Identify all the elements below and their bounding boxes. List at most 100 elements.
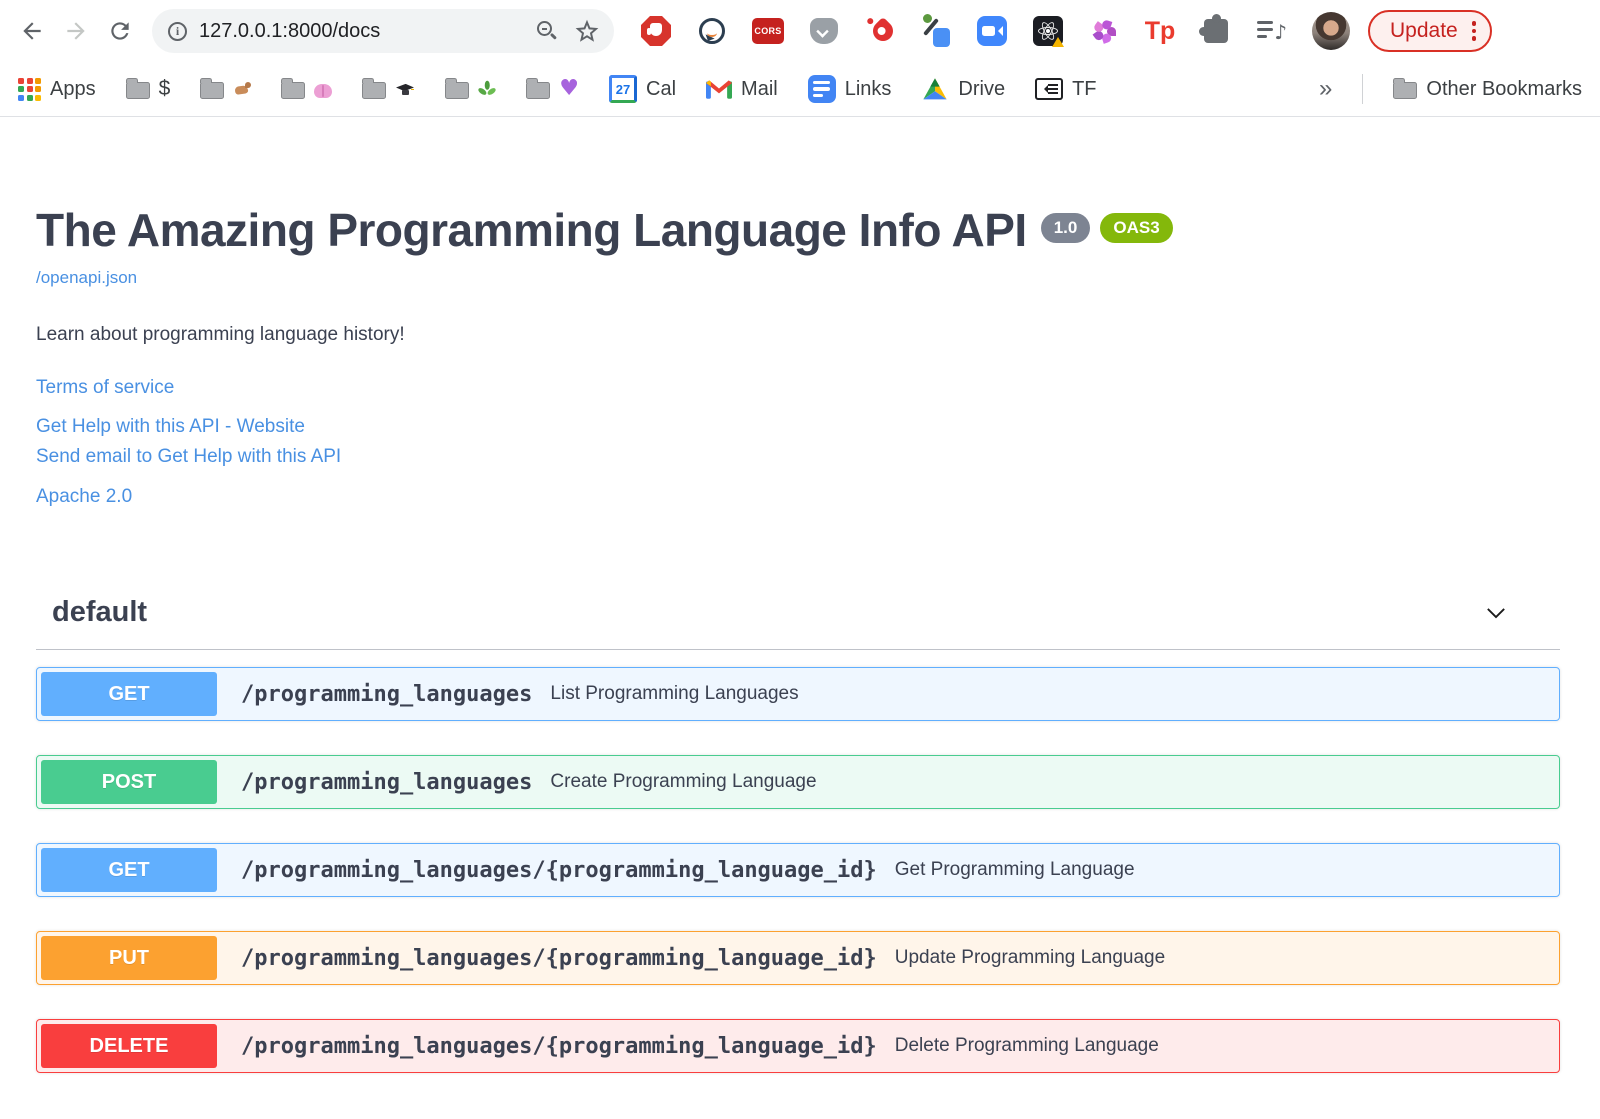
- bookmark-calendar[interactable]: 27 Cal: [609, 75, 676, 103]
- terms-of-service-link[interactable]: Terms of service: [36, 377, 1560, 399]
- bookmark-links[interactable]: Links: [807, 75, 892, 103]
- api-info-links: Terms of service Get Help with this API …: [36, 377, 1560, 508]
- endpoint-summary: List Programming Languages: [550, 683, 799, 705]
- default-tag-section: default GET /programming_languages List …: [36, 596, 1560, 1074]
- bookmark-apps[interactable]: Apps: [18, 77, 96, 101]
- red-diamond-extension-icon[interactable]: [864, 15, 898, 47]
- carousel-horse-icon: [233, 81, 252, 97]
- graduation-cap-icon: [395, 81, 415, 97]
- purple-flower-icon[interactable]: [1088, 15, 1120, 47]
- endpoint-row[interactable]: DELETE /programming_languages/{programmi…: [36, 1019, 1560, 1074]
- extensions-row: CORS Tp: [640, 14, 1288, 47]
- bookmark-folder-herb[interactable]: [445, 78, 497, 99]
- version-badges: 1.0 OAS3: [1040, 213, 1173, 243]
- adblock-stop-hand-icon[interactable]: [640, 15, 672, 47]
- collapse-chevron-icon[interactable]: [1482, 599, 1510, 627]
- endpoint-summary: Update Programming Language: [894, 947, 1166, 969]
- bookmarks-divider: [1362, 74, 1364, 104]
- folder-icon: [445, 78, 470, 99]
- tag-name: default: [52, 596, 148, 629]
- license-link[interactable]: Apache 2.0: [36, 486, 1560, 508]
- bookmark-folder-graduation[interactable]: [362, 78, 415, 99]
- swagger-page: The Amazing Programming Language Info AP…: [0, 117, 1600, 1074]
- tag-section-header[interactable]: default: [36, 596, 1560, 651]
- http-method-button[interactable]: PUT: [41, 936, 217, 981]
- cors-extension-icon[interactable]: CORS: [752, 15, 784, 47]
- links-list-icon: [807, 75, 836, 103]
- endpoint-path: /programming_languages/{programming_lang…: [241, 945, 877, 971]
- color-eyedropper-icon[interactable]: [920, 14, 952, 47]
- bookmark-label: Drive: [958, 77, 1006, 100]
- endpoint-row[interactable]: PUT /programming_languages/{programming_…: [36, 931, 1560, 986]
- dollar-sign-icon: $: [158, 77, 171, 100]
- gmail-icon: [706, 80, 733, 99]
- bookmark-folder-dollar[interactable]: $: [125, 77, 171, 101]
- endpoint-row[interactable]: GET /programming_languages List Programm…: [36, 667, 1560, 722]
- endpoint-summary: Delete Programming Language: [894, 1035, 1159, 1057]
- page-info-icon[interactable]: i: [168, 21, 187, 41]
- help-email-link[interactable]: Send email to Get Help with this API: [36, 446, 1560, 468]
- update-button[interactable]: Update: [1368, 10, 1493, 52]
- bookmark-mail[interactable]: Mail: [706, 78, 778, 101]
- http-method-button[interactable]: GET: [41, 848, 217, 893]
- endpoint-summary: Create Programming Language: [550, 771, 817, 793]
- version-badge: 1.0: [1040, 213, 1091, 243]
- endpoint-path: /programming_languages: [241, 769, 533, 795]
- oas3-badge: OAS3: [1100, 213, 1173, 243]
- brain-icon: [314, 83, 333, 98]
- endpoint-path: /programming_languages: [241, 681, 533, 707]
- back-arrow-icon: [23, 22, 41, 40]
- bookmark-folder-heart[interactable]: ♥: [526, 76, 580, 101]
- http-method-button[interactable]: DELETE: [41, 1024, 217, 1069]
- openapi-spec-link[interactable]: /openapi.json: [36, 268, 137, 288]
- endpoint-path: /programming_languages/{programming_lang…: [241, 1033, 877, 1059]
- folder-icon: [526, 78, 551, 99]
- herb-icon: [477, 80, 497, 97]
- other-bookmarks[interactable]: Other Bookmarks: [1393, 78, 1582, 101]
- bookmark-drive[interactable]: Drive: [921, 77, 1005, 102]
- puzzle-extensions-icon[interactable]: [1199, 14, 1232, 47]
- forward-arrow-icon: [67, 22, 85, 40]
- help-website-link[interactable]: Get Help with this API - Website: [36, 416, 1560, 438]
- zoom-level-icon[interactable]: [536, 20, 558, 42]
- folder-icon: [362, 78, 387, 99]
- endpoint-summary: Get Programming Language: [894, 859, 1135, 881]
- api-description: Learn about programming language history…: [36, 324, 405, 346]
- bookmark-star-icon[interactable]: [574, 18, 600, 44]
- reload-button[interactable]: [98, 9, 142, 53]
- privacy-shield-icon[interactable]: [808, 15, 840, 47]
- endpoint-list: GET /programming_languages List Programm…: [36, 650, 1560, 1074]
- url-text[interactable]: 127.0.0.1:8000/docs: [199, 20, 536, 43]
- music-queue-icon[interactable]: [1256, 15, 1288, 47]
- http-method-button[interactable]: GET: [41, 672, 217, 717]
- update-label: Update: [1390, 19, 1458, 42]
- react-devtools-icon[interactable]: [1032, 15, 1064, 47]
- browser-menu-kebab-icon[interactable]: [1471, 21, 1477, 41]
- endpoint-path: /programming_languages/{programming_lang…: [241, 857, 877, 883]
- chat-bubble-icon[interactable]: [696, 15, 728, 47]
- tf-card-icon: [1035, 78, 1064, 100]
- browser-toolbar: i 127.0.0.1:8000/docs CORS Tp Update: [0, 0, 1600, 62]
- bookmark-tf[interactable]: TF: [1035, 77, 1097, 101]
- bookmark-label: Links: [844, 77, 892, 100]
- apps-grid-icon: [18, 77, 41, 101]
- endpoint-row[interactable]: POST /programming_languages Create Progr…: [36, 755, 1560, 810]
- zoom-video-camera-icon[interactable]: [976, 15, 1008, 47]
- endpoint-row[interactable]: GET /programming_languages/{programming_…: [36, 843, 1560, 898]
- bookmarks-overflow-chevron[interactable]: »: [1319, 75, 1332, 103]
- bookmark-label: Apps: [50, 77, 96, 100]
- http-method-button[interactable]: POST: [41, 760, 217, 805]
- bookmark-folder-horse[interactable]: [200, 78, 252, 99]
- bookmark-label: TF: [1072, 77, 1097, 100]
- page-title: The Amazing Programming Language Info AP…: [36, 204, 1027, 256]
- forward-button[interactable]: [54, 9, 98, 53]
- tp-extension-icon[interactable]: Tp: [1144, 15, 1176, 47]
- bookmark-label: Cal: [646, 77, 677, 100]
- browser-chrome: i 127.0.0.1:8000/docs CORS Tp Update: [0, 0, 1600, 117]
- purple-heart-icon: ♥: [559, 76, 580, 101]
- address-bar[interactable]: i 127.0.0.1:8000/docs: [152, 9, 614, 53]
- back-button[interactable]: [10, 9, 54, 53]
- profile-avatar[interactable]: [1312, 12, 1350, 50]
- bookmark-folder-brain[interactable]: [281, 78, 333, 99]
- api-title-block: The Amazing Programming Language Info AP…: [36, 203, 1560, 258]
